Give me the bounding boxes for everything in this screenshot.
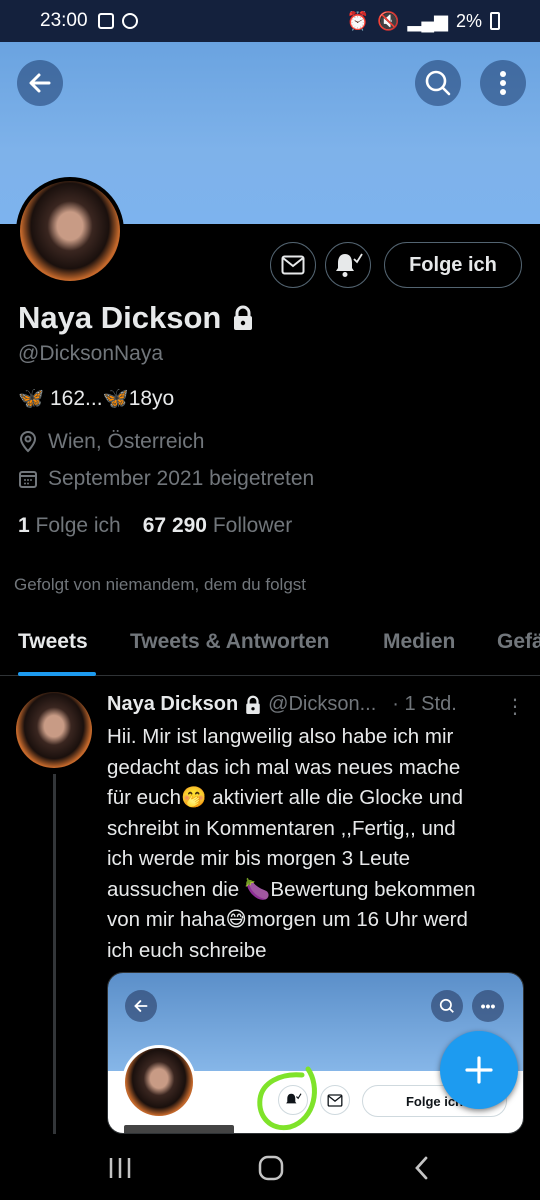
following-stat[interactable]: 1 Folge ich: [18, 514, 121, 538]
tweet-more-button[interactable]: ⋮: [505, 694, 525, 719]
chevron-left-icon: [415, 1156, 428, 1180]
back-arrow-icon: [29, 73, 51, 93]
tab-tweets-replies[interactable]: Tweets & Antworten: [130, 630, 330, 654]
location-text: Wien, Österreich: [48, 430, 205, 453]
recent-apps-button[interactable]: [100, 1148, 140, 1188]
signal-icon: ▂▄▆: [407, 10, 448, 31]
message-button[interactable]: [270, 242, 316, 288]
profile-name-row: Naya Dickson: [18, 300, 255, 336]
back-button[interactable]: [17, 60, 63, 106]
home-icon: [258, 1155, 284, 1181]
android-nav-bar: [0, 1134, 540, 1200]
status-time: 23:00: [40, 10, 88, 31]
tweet-text: Hii. Mir ist langweilig also habe ich mi…: [107, 722, 527, 966]
location-icon: [19, 431, 37, 453]
profile-name: Naya Dickson: [18, 300, 222, 335]
more-icon: [500, 71, 506, 95]
battery-icon: [490, 12, 500, 30]
more-options-button[interactable]: [480, 60, 526, 106]
profile-bio: 🦋 162...🦋18yo: [18, 387, 174, 411]
following-button[interactable]: Folge ich: [384, 242, 522, 288]
gallery-notification-icon: [97, 13, 114, 29]
following-count: 1: [18, 514, 30, 537]
notifications-button[interactable]: [325, 242, 371, 288]
tab-media[interactable]: Medien: [383, 630, 455, 654]
green-circle-annotation: [257, 1066, 317, 1131]
mute-icon: 🔇: [377, 10, 400, 31]
tweet-line: aussuchen die 🍆Bewertung bekommen: [107, 877, 476, 901]
mail-icon: [281, 255, 305, 275]
join-date-text: September 2021 beigetreten: [48, 467, 315, 490]
followers-count: 67 290: [142, 514, 207, 537]
avatar-image: [16, 692, 92, 768]
butterfly-emoji: 🦋: [102, 387, 129, 410]
tweet-line: Hii. Mir ist langweilig also habe ich mi…: [107, 725, 454, 748]
thread-line: [53, 774, 56, 1134]
tab-tweets[interactable]: Tweets: [18, 630, 88, 654]
search-button[interactable]: [415, 60, 461, 106]
home-button[interactable]: [251, 1148, 291, 1188]
alarm-icon: ⏰: [346, 10, 370, 31]
butterfly-emoji: 🦋: [18, 387, 45, 410]
tweet-line: für euch🤭 aktiviert alle die Glocke und: [107, 786, 463, 809]
tweet-author-handle[interactable]: @Dickson...: [268, 693, 376, 716]
followers-stat[interactable]: 67 290 Follower: [143, 514, 292, 538]
tweet-timestamp[interactable]: · 1 Std.: [392, 693, 456, 716]
embed-name-stub: [124, 1125, 234, 1133]
battery-level: 2%: [455, 10, 482, 31]
following-label: Folge ich: [35, 514, 121, 537]
profile-handle: @DicksonNaya: [18, 342, 164, 365]
status-bar: 23:00 ⏰ 🔇 ▂▄▆ 2%: [0, 0, 540, 42]
tweet-header: Naya Dickson @Dickson... · 1 Std.: [107, 693, 527, 716]
calendar-icon: [19, 471, 37, 488]
tweet-line: ich euch schreibe: [107, 938, 267, 962]
profile-avatar[interactable]: [16, 177, 124, 285]
sync-notification-icon: [121, 13, 138, 29]
system-back-button[interactable]: [402, 1148, 442, 1188]
profile-tabs: Tweets Tweets & Antworten Medien Gefä: [0, 620, 540, 676]
followed-by-text: Gefolgt von niemandem, dem du folgst: [14, 575, 306, 594]
embed-search-icon: [431, 990, 463, 1022]
follow-stats: 1 Folge ich 67 290 Follower: [18, 514, 292, 538]
embed-more-icon: •••: [472, 990, 504, 1022]
tab-likes[interactable]: Gefä: [497, 630, 540, 654]
status-right: ⏰ 🔇 ▂▄▆ 2%: [347, 11, 500, 32]
tweet-line: von mir haha😅morgen um 16 Uhr werd: [107, 908, 468, 931]
tweet-avatar[interactable]: [16, 692, 92, 768]
tweet-author-name[interactable]: Naya Dickson: [107, 693, 238, 716]
recent-apps-icon: [109, 1158, 131, 1178]
tweet-line: gedacht das ich mal was neues mache: [107, 755, 461, 779]
lock-icon: [246, 695, 260, 714]
location-row: Wien, Österreich: [18, 430, 204, 454]
avatar-image: [20, 181, 120, 281]
search-icon: [425, 70, 451, 96]
lock-icon: [234, 305, 253, 330]
followers-label: Follower: [212, 514, 293, 537]
tweet-line: ich werde mir bis morgen 3 Leute: [107, 847, 411, 870]
compose-tweet-button[interactable]: [440, 1031, 518, 1109]
join-date-row: September 2021 beigetreten: [18, 467, 314, 491]
active-tab-indicator: [18, 672, 96, 676]
bio-text-2: 18yo: [128, 387, 175, 410]
embed-back-icon: [125, 990, 157, 1022]
tweet-line: schreibt in Kommentaren ,,Fertig,, und: [107, 816, 456, 840]
plus-icon: [465, 1056, 493, 1084]
bio-text-1: 162...: [44, 387, 103, 410]
bell-icon: [336, 253, 363, 277]
embed-avatar: [122, 1045, 196, 1119]
